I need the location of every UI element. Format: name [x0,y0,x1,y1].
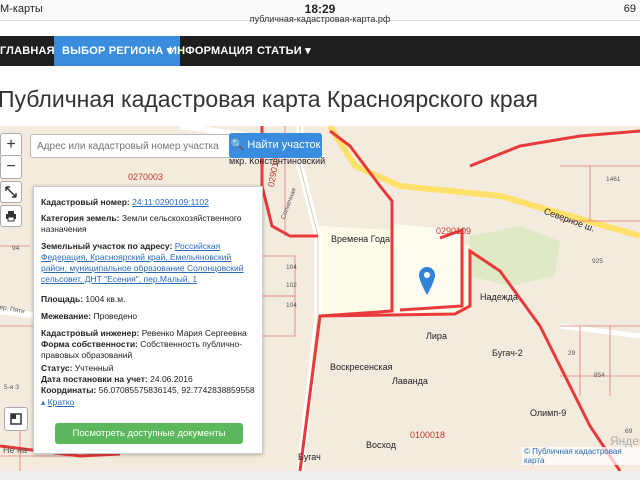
map-num-104b: 104 [286,302,297,309]
info-cadastral-number: Кадастровый номер: 24:11:0290109:1102 [41,197,255,208]
map-label-vremena-goda: Времена Года [331,234,391,244]
info-land-category: Категория земель: Земли сельскохозяйстве… [41,213,255,235]
label: Форма собственности: [41,339,138,349]
view-documents-button[interactable]: Посмотреть доступные документы [55,423,243,444]
value: Учтенный [74,363,114,373]
zoom-out-button[interactable]: − [0,155,22,179]
map-label-bugach: Бугач [298,452,321,462]
value: 1004 кв.м. [85,294,126,304]
map-num-925: 925 [592,258,603,265]
page-title: Публичная кадастровая карта Красноярског… [0,86,538,112]
nav-region-select[interactable]: ВЫБОР РЕГИОНА ▾ [54,36,181,66]
print-button[interactable] [0,205,22,227]
map-label-olimp: Олимп-9 [530,408,567,418]
map-num-94: 94 [12,245,20,252]
info-address: Земельный участок по адресу: Российская … [41,241,255,285]
value: 56.07085575836145, 92.7742838859558 [98,385,255,395]
map-num-1461: 1461 [606,176,621,183]
map-label-voskhod: Восход [366,440,396,450]
map-label-nadezhda: Надежда [480,292,518,302]
cadastral-number-link[interactable]: 24:11:0290109:1102 [132,197,209,207]
label: Статус: [41,363,73,373]
label: Координаты: [41,385,97,395]
label: Кадастровый номер: [41,197,130,207]
zoom-in-button[interactable]: + [0,133,22,157]
nav-home[interactable]: ГЛАВНАЯ [0,36,55,66]
info-survey: Межевание: Проведено [41,311,255,322]
label: Категория земель: [41,213,120,223]
nav-articles[interactable]: СТАТЬИ ▾ [257,36,311,66]
caret-up-icon: ▴ [41,397,46,407]
find-parcel-label: Найти участок [247,139,321,151]
ios-status-bar: М-карты 18:29 публичная-кадастровая-карт… [0,0,640,24]
nav-information[interactable]: ИНФОРМАЦИЯ [169,36,253,66]
map-cad-0270003: 0270003 [128,172,164,182]
search-input[interactable] [30,134,235,158]
map-label-bugach2: Бугач-2 [492,348,523,358]
map-attribution[interactable]: © Публичная кадастровая карта [522,447,640,465]
map-num-104a: 104 [286,264,297,271]
layers-icon [10,413,22,425]
printer-icon [6,211,16,222]
map-num-102: 102 [286,282,297,289]
brief-link[interactable]: Кратко [48,397,75,407]
map-label-lira: Лира [426,331,447,341]
label: Межевание: [41,311,92,321]
fullscreen-button[interactable] [0,181,22,203]
info-engineer: Кадастровый инженер: Ревенко Мария Серге… [41,328,255,339]
label: Кадастровый инженер: [41,328,140,338]
bottom-bar [0,471,640,480]
map-label-voskresenskaya: Воскресенская [330,362,393,372]
value: Ревенко Мария Сергеевна [141,328,247,338]
value: Проведено [93,311,138,321]
label: Площадь: [41,294,84,304]
find-parcel-button[interactable]: 🔍 Найти участок [229,133,322,158]
map-label-left-2: 5-я З [4,384,20,391]
parcel-info-popup: Кадастровый номер: 24:11:0290109:1102 Ка… [33,186,263,454]
map-num-29: 29 [568,350,576,357]
yandex-logo: Яндекс [610,434,640,448]
map-label-left-3: Не на [3,445,27,455]
map-cad-0100018: 0100018 [410,430,446,440]
info-status: Статус: Учтенный [41,363,255,374]
search-icon: 🔍 [230,139,245,151]
info-coords: Координаты: 56.07085575836145, 92.774283… [41,385,255,396]
map-num-854: 854 [594,372,605,379]
value: 24.06.2016 [150,374,193,384]
url-label[interactable]: публичная-кадастровая-карта.рф [0,14,640,24]
brief-toggle[interactable]: ▴ Кратко [41,397,255,408]
main-navbar: ГЛАВНАЯ ВЫБОР РЕГИОНА ▾ ИНФОРМАЦИЯ СТАТЬ… [0,36,640,66]
info-registered: Дата постановки на учет: 24.06.2016 [41,374,255,385]
label: Земельный участок по адресу: [41,241,173,251]
label: Дата постановки на учет: [41,374,148,384]
layers-button[interactable] [4,407,28,431]
info-ownership: Форма собственности: Собственность публи… [41,339,255,361]
battery-level: 69 [623,3,636,15]
map-pin-icon[interactable] [419,267,435,295]
info-area: Площадь: 1004 кв.м. [41,294,255,305]
map-label-lavanda: Лаванда [392,376,428,386]
expand-icon [5,186,17,198]
map-cad-0290109: 0290109 [436,226,472,236]
